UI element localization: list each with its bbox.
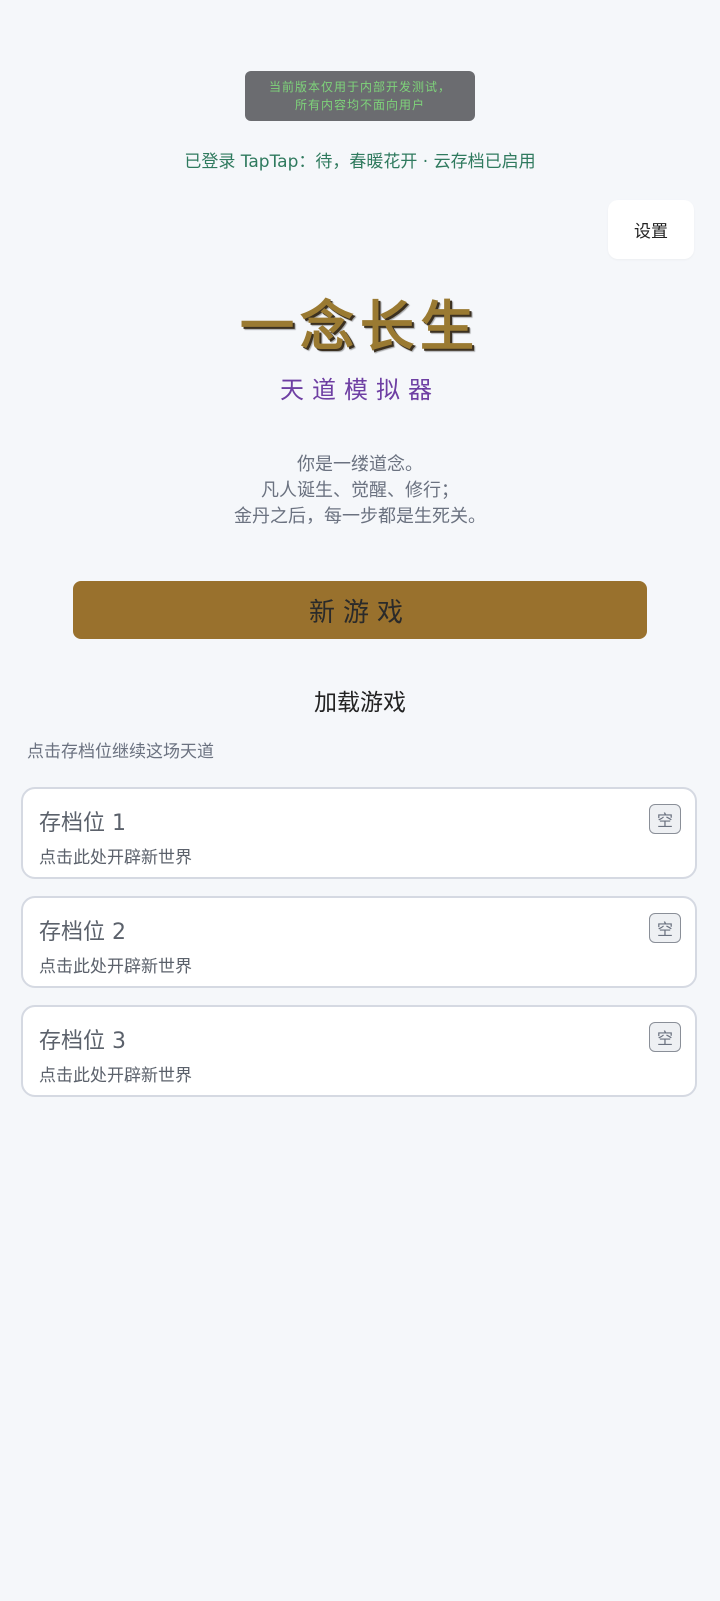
settings-button[interactable]: 设置 [608,200,694,259]
save-slot-2[interactable]: 存档位 2 点击此处开辟新世界 空 [21,896,697,988]
save-slot-name: 存档位 2 [39,920,126,945]
empty-badge: 空 [649,913,681,943]
save-slot-description: 点击此处开辟新世界 [39,1066,192,1086]
notice-line-1: 当前版本仅用于内部开发测试， [268,80,451,94]
load-game-hint: 点击存档位继续这场天道 [27,742,214,762]
intro-line-2: 凡人诞生、觉醒、修行； [261,480,459,501]
empty-badge: 空 [649,804,681,834]
save-slot-description: 点击此处开辟新世界 [39,848,192,868]
game-intro: 你是一缕道念。 凡人诞生、觉醒、修行； 金丹之后，每一步都是生死关。 [0,452,720,530]
login-status: 已登录 TapTap：待，春暖花开 · 云存档已启用 [184,152,536,172]
save-slot-1[interactable]: 存档位 1 点击此处开辟新世界 空 [21,787,697,879]
game-subtitle: 天道模拟器 [280,376,440,404]
new-game-button[interactable]: 新游戏 [73,581,647,639]
load-game-heading: 加载游戏 [314,690,406,716]
intro-line-3: 金丹之后，每一步都是生死关。 [234,506,486,527]
game-title: 一念长生 [240,295,480,358]
save-slot-name: 存档位 1 [39,811,126,836]
intro-line-1: 你是一缕道念。 [297,454,423,475]
save-slot-name: 存档位 3 [39,1029,126,1054]
save-slot-description: 点击此处开辟新世界 [39,957,192,977]
save-slot-3[interactable]: 存档位 3 点击此处开辟新世界 空 [21,1005,697,1097]
dev-test-notice: 当前版本仅用于内部开发测试， 所有内容均不面向用户 [245,71,475,121]
notice-line-2: 所有内容均不面向用户 [294,98,425,112]
empty-badge: 空 [649,1022,681,1052]
